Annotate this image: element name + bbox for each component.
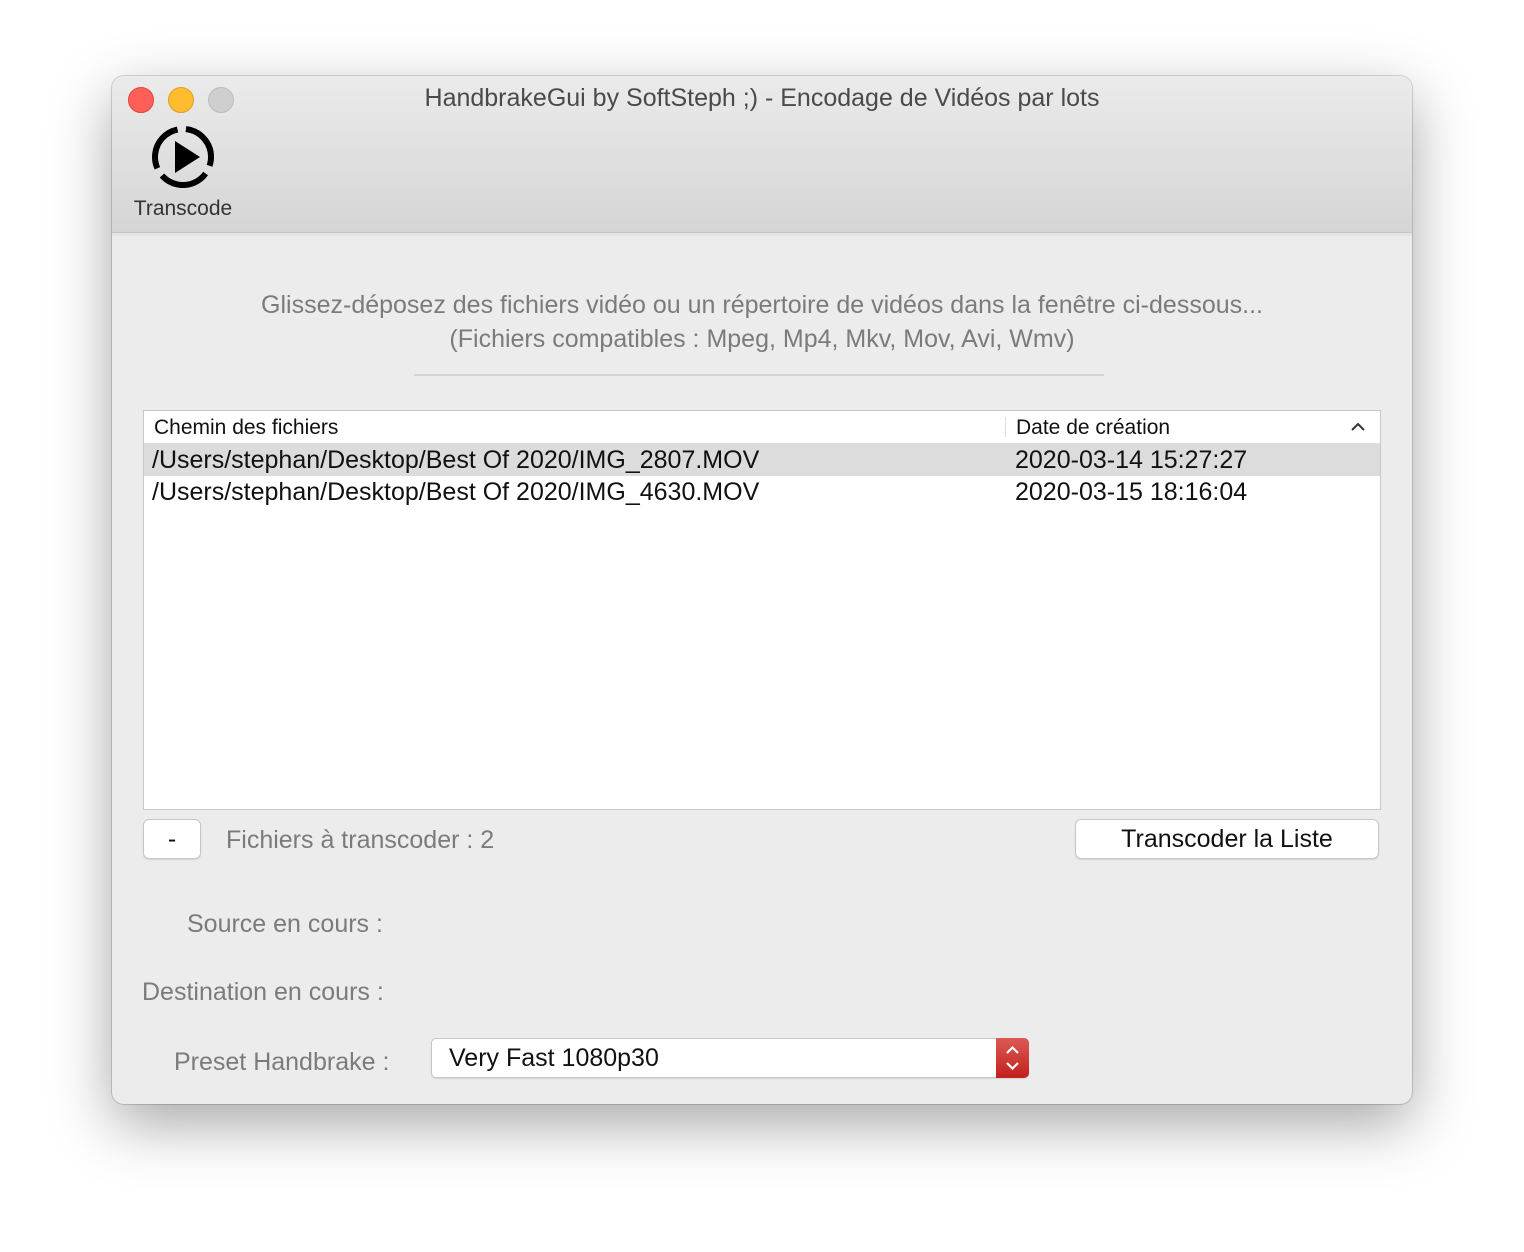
hint-line-1: Glissez-déposez des fichiers vidéo ou un… (261, 291, 1263, 319)
table-header: Chemin des fichiers Date de création (144, 411, 1380, 444)
file-path: /Users/stephan/Desktop/Best Of 2020/IMG_… (152, 446, 760, 474)
play-circle-icon (152, 126, 214, 188)
destination-label: Destination en cours : (142, 978, 384, 1006)
preset-select[interactable]: Very Fast 1080p30 (431, 1038, 1029, 1078)
app-window: HandbrakeGui by SoftSteph ;) - Encodage … (112, 76, 1412, 1104)
select-stepper[interactable] (996, 1038, 1029, 1078)
preset-label: Preset Handbrake : (174, 1048, 390, 1076)
table-row[interactable]: /Users/stephan/Desktop/Best Of 2020/IMG_… (144, 476, 1380, 508)
file-date: 2020-03-14 15:27:27 (1015, 446, 1248, 474)
chevron-up-down-icon (1006, 1045, 1019, 1071)
file-date: 2020-03-15 18:16:04 (1015, 478, 1248, 506)
table-row[interactable]: /Users/stephan/Desktop/Best Of 2020/IMG_… (144, 444, 1380, 476)
sort-ascending-icon (1351, 422, 1365, 431)
source-label: Source en cours : (187, 910, 383, 938)
preset-value: Very Fast 1080p30 (449, 1044, 659, 1072)
transcode-toolbar-button[interactable]: Transcode (126, 124, 240, 221)
drop-hint: Glissez-déposez des fichiers vidéo ou un… (112, 288, 1412, 356)
divider (414, 374, 1104, 376)
column-separator (1005, 417, 1006, 437)
file-count: Fichiers à transcoder : 2 (226, 826, 495, 854)
remove-file-button[interactable]: - (143, 819, 201, 859)
hint-line-2: (Fichiers compatibles : Mpeg, Mp4, Mkv, … (449, 325, 1075, 353)
title-bar: HandbrakeGui by SoftSteph ;) - Encodage … (112, 76, 1412, 233)
window-title: HandbrakeGui by SoftSteph ;) - Encodage … (424, 84, 1100, 112)
file-path: /Users/stephan/Desktop/Best Of 2020/IMG_… (152, 478, 760, 506)
transcode-label: Transcode (133, 197, 233, 220)
transcode-list-button[interactable]: Transcoder la Liste (1075, 819, 1379, 859)
file-table[interactable]: Chemin des fichiers Date de création /Us… (143, 410, 1381, 810)
column-header-path[interactable]: Chemin des fichiers (154, 416, 338, 440)
column-header-date[interactable]: Date de création (1016, 416, 1170, 440)
